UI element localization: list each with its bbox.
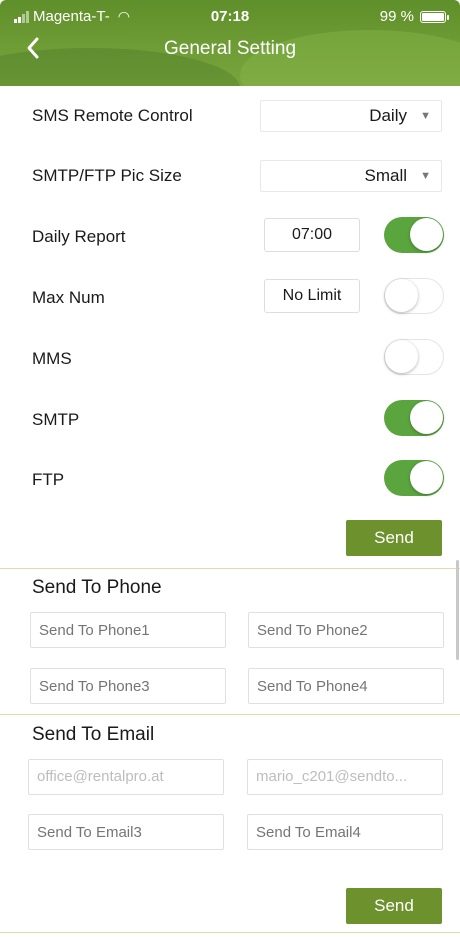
status-left: Magenta-T- ◠ xyxy=(14,8,130,25)
status-right: 99 % xyxy=(379,8,449,25)
toggle-knob xyxy=(410,401,443,434)
smtp-label: SMTP xyxy=(32,410,80,429)
divider xyxy=(0,568,460,569)
toggle-knob xyxy=(410,461,443,494)
row-sms-remote: SMS Remote Control Daily ▼ xyxy=(0,87,460,145)
phone-section-title: Send To Phone xyxy=(32,577,162,598)
pic-size-value: Small xyxy=(364,166,407,185)
max-num-label: Max Num xyxy=(32,288,105,307)
battery-icon xyxy=(420,10,449,23)
daily-report-toggle[interactable] xyxy=(384,217,444,253)
settings-send-button[interactable]: Send xyxy=(346,520,442,556)
row-smtp: SMTP xyxy=(0,391,460,449)
max-num-toggle[interactable] xyxy=(384,278,444,314)
mms-toggle[interactable] xyxy=(384,339,444,375)
email-send-button[interactable]: Send xyxy=(346,888,442,924)
status-time: 07:18 xyxy=(210,8,250,25)
header-bar: Magenta-T- ◠ 07:18 99 % General Setting xyxy=(0,0,460,86)
status-bar: Magenta-T- ◠ 07:18 99 % xyxy=(14,6,449,28)
battery-percent: 99 % xyxy=(379,8,414,25)
signal-icon xyxy=(14,10,29,23)
max-num-value[interactable]: No Limit xyxy=(264,279,360,313)
sms-remote-select[interactable]: Daily ▼ xyxy=(260,100,442,132)
toggle-knob xyxy=(385,279,418,312)
scrollbar[interactable] xyxy=(456,560,459,660)
email-field-3[interactable] xyxy=(28,814,224,850)
row-daily-report: Daily Report 07:00 xyxy=(0,208,460,266)
email-field-4[interactable] xyxy=(247,814,443,850)
caret-down-icon: ▼ xyxy=(420,170,431,182)
ftp-label: FTP xyxy=(32,470,65,489)
email-section-title: Send To Email xyxy=(32,724,155,745)
caret-down-icon: ▼ xyxy=(420,110,431,122)
smtp-toggle[interactable] xyxy=(384,400,444,436)
sms-remote-label: SMS Remote Control xyxy=(32,106,193,125)
toggle-knob xyxy=(410,218,443,251)
carrier-name: Magenta-T- xyxy=(33,8,110,25)
pic-size-label: SMTP/FTP Pic Size xyxy=(32,166,182,185)
divider xyxy=(0,932,460,933)
page-title: General Setting xyxy=(163,38,297,59)
daily-report-time[interactable]: 07:00 xyxy=(264,218,360,252)
row-mms: MMS xyxy=(0,330,460,388)
pic-size-select[interactable]: Small ▼ xyxy=(260,160,442,192)
phone-field-2[interactable] xyxy=(248,612,444,648)
phone-field-1[interactable] xyxy=(30,612,226,648)
nav-bar: General Setting xyxy=(0,32,460,72)
phone-field-4[interactable] xyxy=(248,668,444,704)
sms-remote-value: Daily xyxy=(369,106,407,125)
row-ftp: FTP xyxy=(0,451,460,509)
daily-report-label: Daily Report xyxy=(32,227,126,246)
email-field-2[interactable]: mario_c201@sendto... xyxy=(247,759,443,795)
row-max-num: Max Num No Limit xyxy=(0,269,460,327)
row-pic-size: SMTP/FTP Pic Size Small ▼ xyxy=(0,147,460,205)
ftp-toggle[interactable] xyxy=(384,460,444,496)
email-field-1[interactable]: office@rentalpro.at xyxy=(28,759,224,795)
phone-field-3[interactable] xyxy=(30,668,226,704)
wifi-icon: ◠ xyxy=(117,8,130,24)
toggle-knob xyxy=(385,340,418,373)
divider xyxy=(0,714,460,715)
mms-label: MMS xyxy=(32,349,72,368)
